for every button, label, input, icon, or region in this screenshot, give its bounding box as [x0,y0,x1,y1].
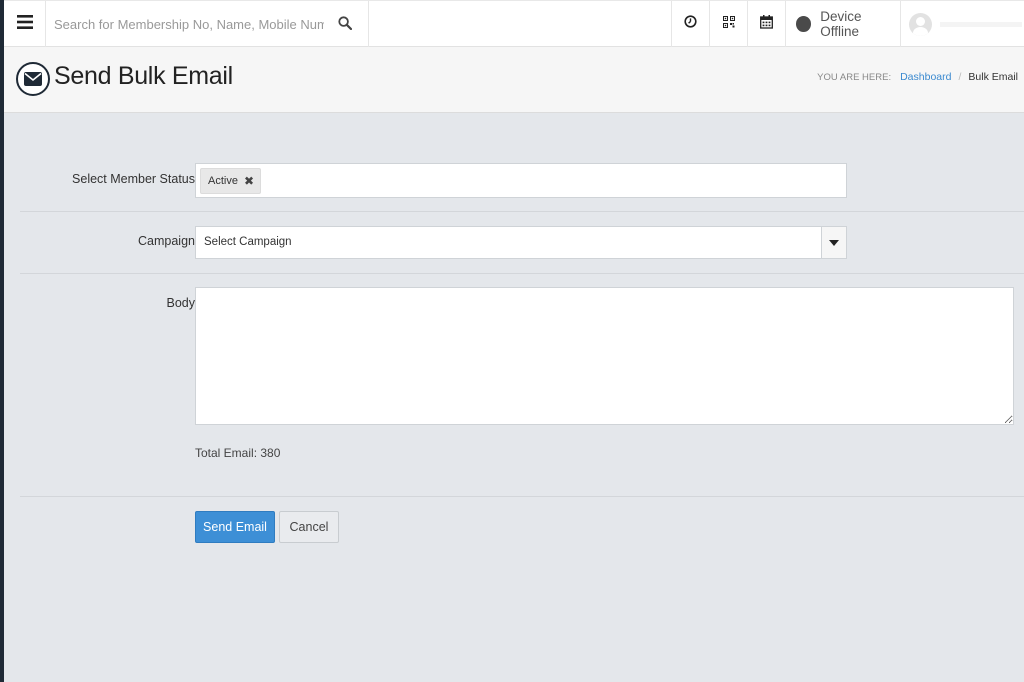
top-navbar: Device Offline [4,0,1024,47]
calendar-icon [760,14,773,34]
search-input[interactable] [54,9,324,39]
clock-icon [684,15,697,33]
body-textarea[interactable] [195,287,1014,425]
search-icon [338,15,353,35]
cancel-button[interactable]: Cancel [279,511,339,543]
divider [20,211,1024,212]
qr-code-icon [722,15,735,33]
device-status-label: Device Offline [820,9,862,39]
qr-code-button[interactable] [709,1,747,47]
envelope-icon [16,62,50,96]
breadcrumb-prefix: YOU ARE HERE: [817,71,892,83]
body-label: Body [166,296,196,310]
campaign-select[interactable]: Select Campaign [195,226,847,259]
user-menu[interactable] [900,1,1024,47]
avatar [909,12,932,36]
chevron-down-icon[interactable] [821,227,846,258]
campaign-selected-value: Select Campaign [204,236,292,248]
page-title: Send Bulk Email [54,62,233,90]
clock-button[interactable] [671,1,709,47]
breadcrumb: YOU ARE HERE: Dashboard / Bulk Email [817,71,1018,83]
member-status-label: Select Member Status [72,172,195,186]
menu-icon [16,14,33,34]
campaign-label: Campaign [138,234,195,248]
remove-tag-icon[interactable]: ✖ [244,174,254,188]
search-button[interactable] [334,14,356,36]
divider [20,273,1024,274]
breadcrumb-dashboard-link[interactable]: Dashboard [900,71,951,83]
menu-toggle-button[interactable] [4,1,46,47]
breadcrumb-current: Bulk Email [968,71,1018,83]
status-tag-label: Active [208,175,238,187]
calendar-button[interactable] [747,1,785,47]
breadcrumb-separator: / [958,71,962,83]
member-status-multiselect[interactable]: Active ✖ [195,163,847,198]
status-dot-icon [796,16,812,32]
send-email-button[interactable]: Send Email [195,511,275,543]
device-status: Device Offline [785,1,900,47]
total-email-count: Total Email: 380 [195,446,281,460]
username-placeholder [940,21,1022,27]
page-header: Send Bulk Email YOU ARE HERE: Dashboard … [4,47,1024,113]
search-bar [46,1,369,47]
divider [20,496,1024,497]
status-tag: Active ✖ [200,168,262,194]
